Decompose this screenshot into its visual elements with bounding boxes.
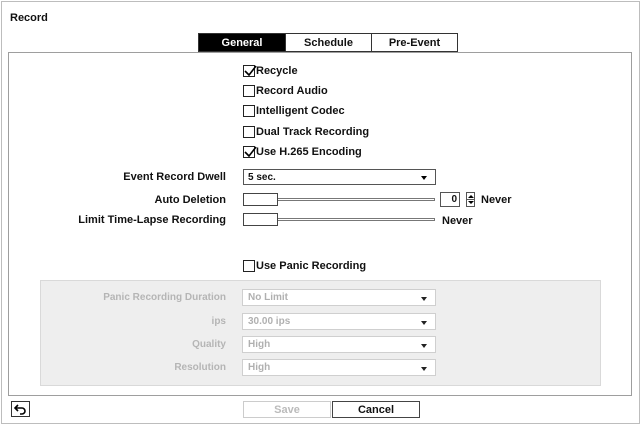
ips-select: 30.00 ips bbox=[242, 313, 436, 330]
recycle-checkbox[interactable]: Recycle bbox=[243, 64, 298, 78]
limit-timelapse-text: Never bbox=[442, 215, 473, 227]
record-audio-checkbox[interactable]: Record Audio bbox=[243, 84, 328, 98]
tab-schedule[interactable]: Schedule bbox=[285, 33, 372, 52]
checkmark-icon bbox=[244, 65, 257, 77]
checkmark-icon bbox=[244, 146, 257, 158]
panic-duration-value: No Limit bbox=[248, 292, 288, 303]
arrow-down-icon[interactable] bbox=[468, 201, 474, 204]
h265-checkbox[interactable]: Use H.265 Encoding bbox=[243, 145, 362, 159]
auto-deletion-stepper[interactable] bbox=[466, 192, 475, 207]
limit-timelapse-slider-thumb[interactable] bbox=[243, 213, 278, 226]
ips-value: 30.00 ips bbox=[248, 316, 291, 327]
panic-duration-label: Panic Recording Duration bbox=[103, 292, 226, 303]
tab-bar: General Schedule Pre-Event bbox=[198, 33, 458, 52]
chevron-down-icon bbox=[421, 344, 427, 348]
checkbox-box[interactable] bbox=[243, 65, 257, 77]
arrow-up-icon[interactable] bbox=[468, 195, 474, 198]
chevron-down-icon bbox=[421, 367, 427, 371]
back-button[interactable] bbox=[11, 401, 30, 417]
checkbox-box[interactable] bbox=[243, 105, 255, 117]
checkbox-box[interactable] bbox=[243, 260, 255, 272]
cancel-button[interactable]: Cancel bbox=[332, 401, 420, 418]
limit-timelapse-label: Limit Time-Lapse Recording bbox=[78, 214, 226, 226]
use-panic-recording-label: Use Panic Recording bbox=[256, 260, 367, 272]
dual-track-label: Dual Track Recording bbox=[256, 126, 370, 138]
resolution-label: Resolution bbox=[174, 362, 226, 373]
event-record-dwell-label: Event Record Dwell bbox=[123, 171, 226, 183]
event-record-dwell-select[interactable]: 5 sec. bbox=[243, 169, 436, 185]
checkbox-box[interactable] bbox=[243, 126, 255, 138]
auto-deletion-slider-thumb[interactable] bbox=[243, 193, 278, 206]
h265-label: Use H.265 Encoding bbox=[256, 146, 362, 158]
auto-deletion-spinbox[interactable]: 0 bbox=[440, 192, 460, 207]
quality-value: High bbox=[248, 339, 271, 350]
auto-deletion-text: Never bbox=[481, 194, 512, 206]
use-panic-recording-checkbox[interactable]: Use Panic Recording bbox=[243, 259, 366, 273]
recycle-label: Recycle bbox=[256, 65, 298, 77]
resolution-value: High bbox=[248, 362, 271, 373]
tab-pre-event[interactable]: Pre-Event bbox=[371, 33, 458, 52]
dual-track-checkbox[interactable]: Dual Track Recording bbox=[243, 125, 369, 139]
resolution-select: High bbox=[242, 359, 436, 376]
intelligent-codec-checkbox[interactable]: Intelligent Codec bbox=[243, 104, 345, 118]
dialog-title: Record bbox=[10, 12, 48, 24]
back-arrow-icon bbox=[14, 403, 26, 415]
ips-label: ips bbox=[211, 316, 226, 327]
chevron-down-icon bbox=[421, 297, 427, 301]
auto-deletion-spin-value: 0 bbox=[451, 194, 457, 205]
checkbox-box[interactable] bbox=[243, 146, 257, 158]
save-button[interactable]: Save bbox=[243, 401, 331, 418]
event-record-dwell-value: 5 sec. bbox=[248, 171, 276, 183]
auto-deletion-label: Auto Deletion bbox=[154, 194, 227, 206]
panic-duration-select: No Limit bbox=[242, 289, 436, 306]
quality-select: High bbox=[242, 336, 436, 353]
record-audio-label: Record Audio bbox=[256, 85, 328, 97]
checkbox-box[interactable] bbox=[243, 85, 255, 97]
tab-general[interactable]: General bbox=[198, 33, 286, 52]
chevron-down-icon bbox=[421, 176, 427, 180]
intelligent-codec-label: Intelligent Codec bbox=[256, 105, 345, 117]
quality-label: Quality bbox=[192, 339, 226, 350]
chevron-down-icon bbox=[421, 321, 427, 325]
